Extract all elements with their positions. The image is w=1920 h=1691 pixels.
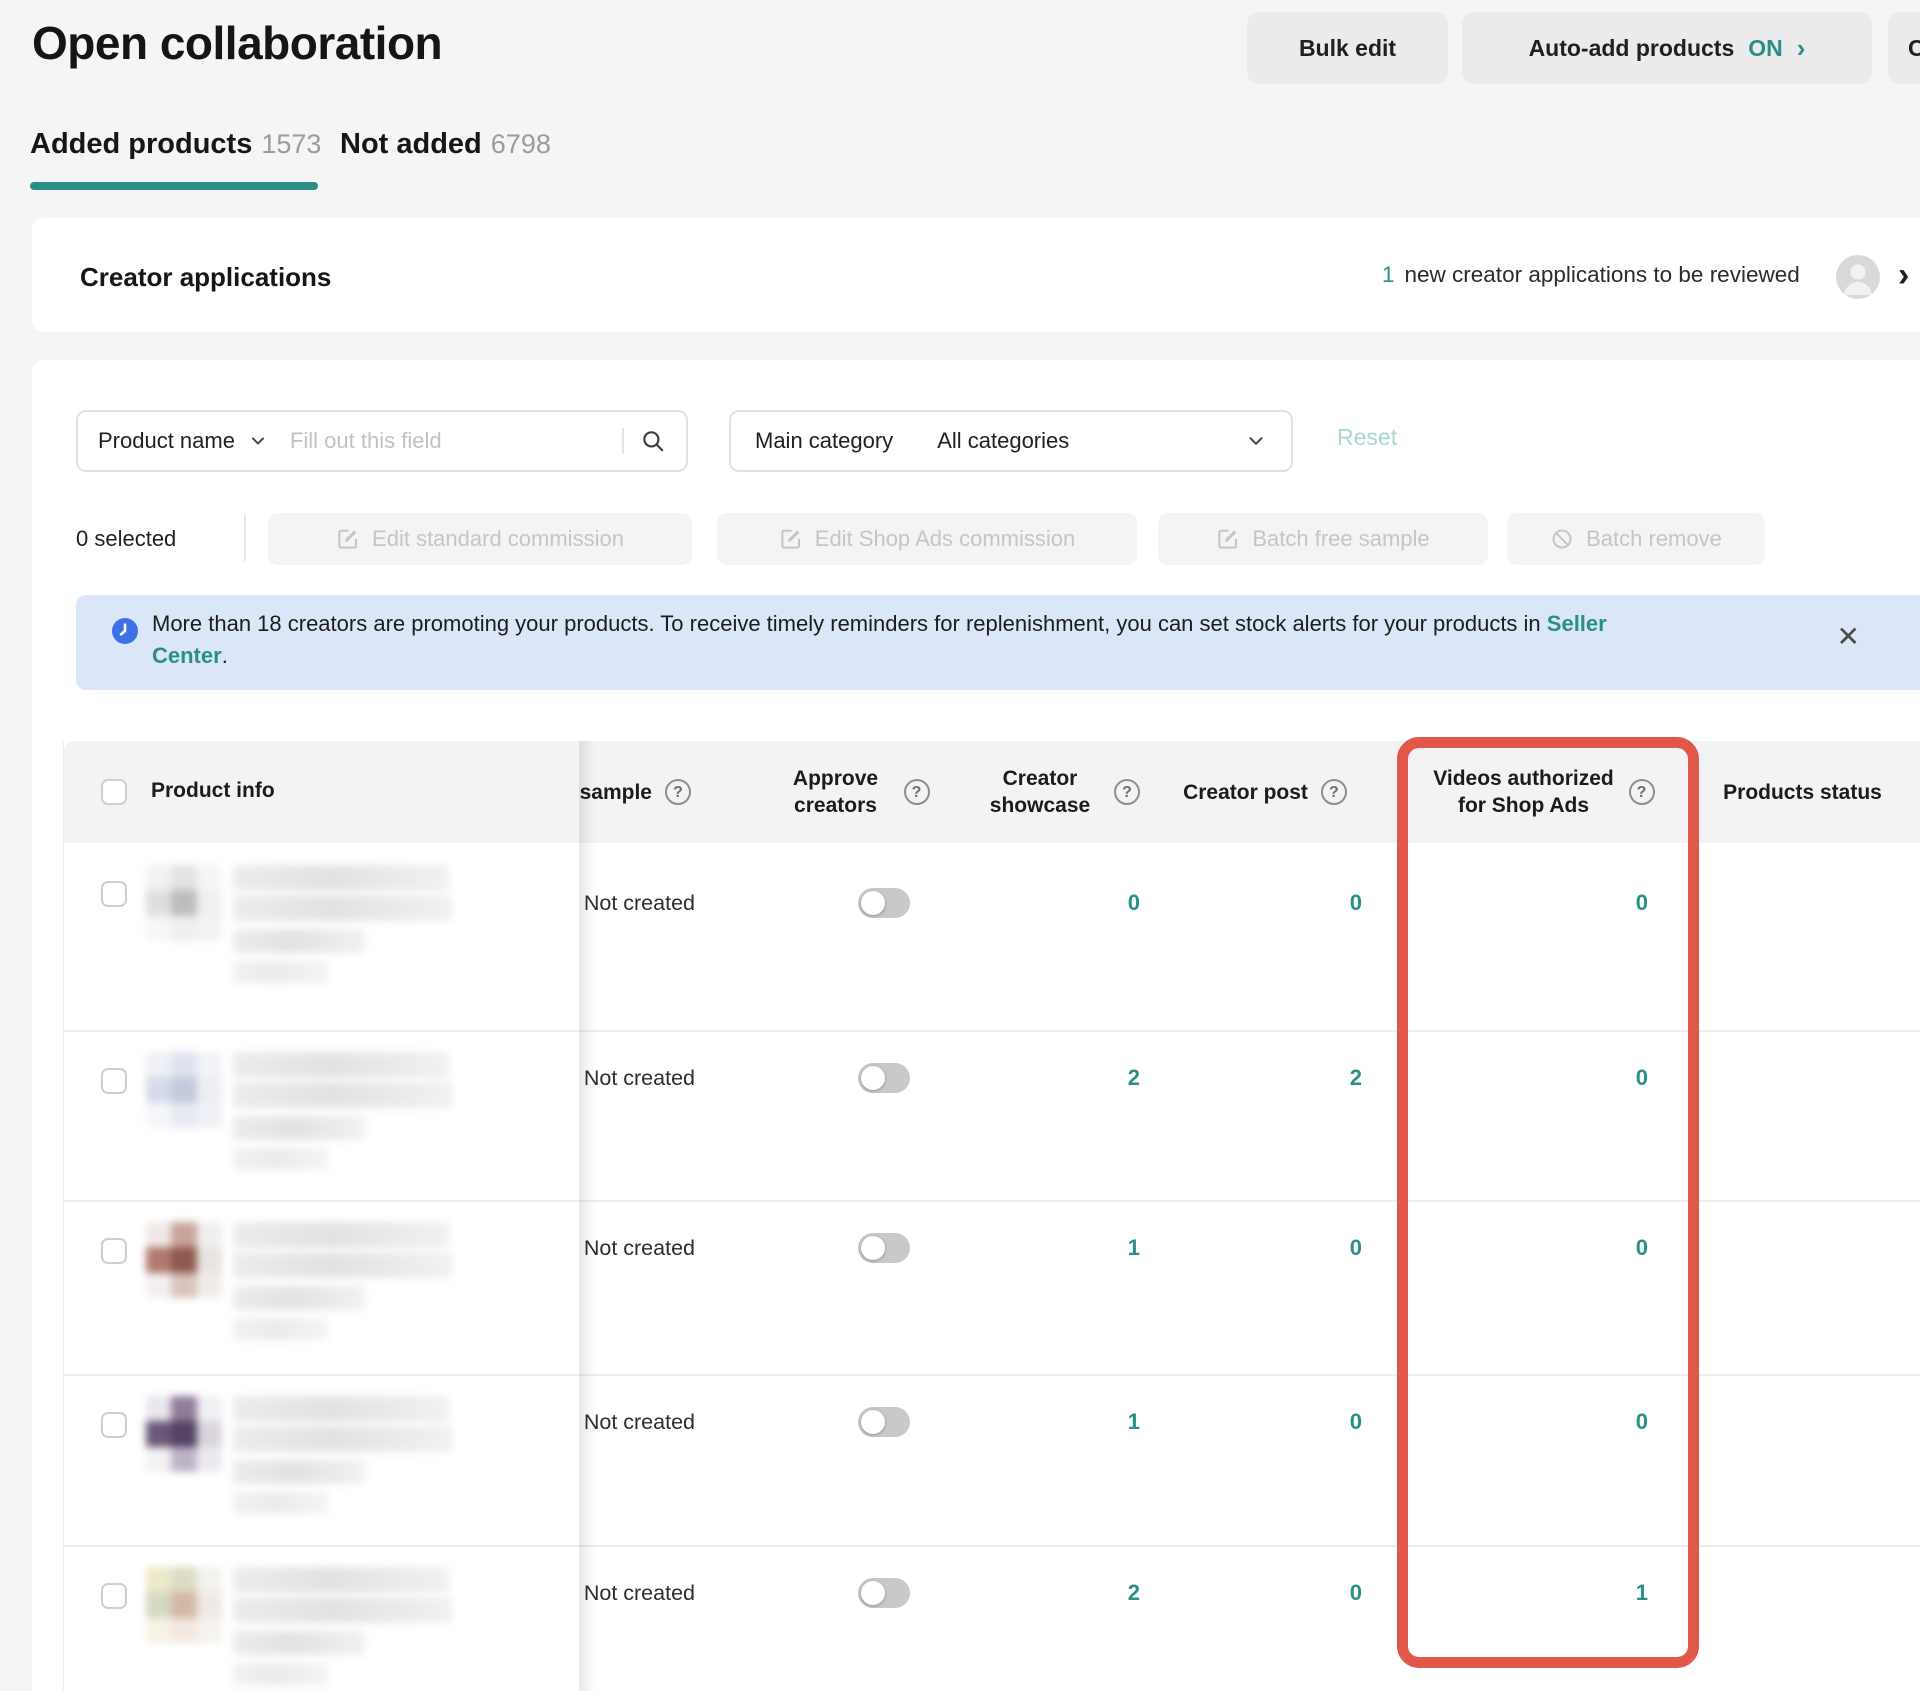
- creator-post-header-label: Creator post: [1183, 779, 1308, 806]
- product-text-placeholder: [233, 1396, 449, 1422]
- product-text-placeholder: [233, 1116, 365, 1140]
- help-icon[interactable]: ?: [665, 779, 691, 805]
- product-text-placeholder: [233, 929, 365, 953]
- product-text-placeholder: [233, 865, 449, 891]
- product-info-cell: [64, 1565, 579, 1691]
- approve-creators-cell: [858, 883, 910, 923]
- column-header-creator-showcase: Creator showcase ?: [952, 741, 1167, 843]
- product-text-placeholder: [233, 1597, 452, 1623]
- product-text-placeholder: [233, 1426, 452, 1452]
- row-checkbox[interactable]: [101, 881, 127, 907]
- product-text-placeholder: [233, 1286, 365, 1310]
- approve-creators-cell: [858, 1228, 910, 1268]
- product-text-placeholder: [233, 1318, 329, 1340]
- videos-authorized-count[interactable]: 0: [1548, 1058, 1648, 1098]
- product-thumbnail-placeholder: [146, 1567, 222, 1643]
- row-separator: [64, 1030, 578, 1032]
- videos-authorized-count[interactable]: 0: [1548, 883, 1648, 923]
- product-info-cell: [64, 863, 579, 1013]
- open-collaboration-page: Open collaboration Bulk edit Auto-add pr…: [0, 0, 1920, 1691]
- product-text-placeholder: [233, 1492, 329, 1514]
- creator-showcase-count[interactable]: 2: [1040, 1058, 1140, 1098]
- help-icon[interactable]: ?: [1321, 779, 1347, 805]
- product-info-header-label: Product info: [151, 779, 275, 803]
- creator-showcase-count[interactable]: 1: [1040, 1228, 1140, 1268]
- creator-post-count[interactable]: 0: [1262, 1402, 1362, 1442]
- help-icon[interactable]: ?: [1629, 779, 1655, 805]
- help-icon[interactable]: ?: [904, 779, 930, 805]
- column-header-approve-creators: Approve creators ?: [752, 741, 958, 843]
- approve-creators-header-label: Approve creators: [781, 765, 891, 819]
- product-text-placeholder: [233, 1631, 365, 1655]
- product-info-cell: [64, 1220, 579, 1370]
- row-separator: [64, 1374, 578, 1376]
- product-info-cell: [64, 1050, 579, 1200]
- creator-post-count[interactable]: 0: [1262, 1573, 1362, 1613]
- creator-post-count[interactable]: 0: [1262, 1228, 1362, 1268]
- column-header-videos-authorized: Videos authorized for Shop Ads ?: [1412, 741, 1674, 843]
- product-thumbnail-placeholder: [146, 865, 222, 941]
- column-header-creator-post: Creator post ?: [1160, 741, 1370, 843]
- column-header-products-status: Products status: [1700, 741, 1905, 843]
- videos-authorized-count[interactable]: 0: [1548, 1402, 1648, 1442]
- approve-creators-toggle[interactable]: [858, 888, 910, 918]
- help-icon[interactable]: ?: [1114, 779, 1140, 805]
- product-text-placeholder: [233, 1663, 329, 1685]
- frozen-column-shadow: [579, 741, 595, 1691]
- frozen-product-info-column: Product info: [63, 741, 578, 1691]
- videos-authorized-header-label: Videos authorized for Shop Ads: [1432, 765, 1616, 819]
- videos-authorized-count[interactable]: 0: [1548, 1228, 1648, 1268]
- product-text-placeholder: [233, 1222, 449, 1248]
- approve-creators-toggle[interactable]: [858, 1233, 910, 1263]
- product-text-placeholder: [233, 895, 452, 921]
- creator-showcase-count[interactable]: 0: [1040, 883, 1140, 923]
- approve-creators-cell: [858, 1058, 910, 1098]
- creator-showcase-count[interactable]: 2: [1040, 1573, 1140, 1613]
- product-text-placeholder: [233, 1082, 452, 1108]
- product-thumbnail-placeholder: [146, 1052, 222, 1128]
- approve-creators-cell: [858, 1573, 910, 1613]
- creator-post-count[interactable]: 0: [1262, 883, 1362, 923]
- product-text-placeholder: [233, 1460, 365, 1484]
- product-text-placeholder: [233, 1252, 452, 1278]
- approve-creators-cell: [858, 1402, 910, 1442]
- product-text-placeholder: [233, 1567, 449, 1593]
- creator-showcase-header-label: Creator showcase: [979, 765, 1101, 819]
- approve-creators-toggle[interactable]: [858, 1578, 910, 1608]
- select-all-checkbox[interactable]: [101, 779, 127, 805]
- row-checkbox[interactable]: [101, 1238, 127, 1264]
- product-thumbnail-placeholder: [146, 1222, 222, 1298]
- product-text-placeholder: [233, 1148, 329, 1170]
- product-info-header: Product info: [64, 741, 578, 843]
- approve-creators-toggle[interactable]: [858, 1063, 910, 1093]
- creator-showcase-count[interactable]: 1: [1040, 1402, 1140, 1442]
- creator-post-count[interactable]: 2: [1262, 1058, 1362, 1098]
- row-checkbox[interactable]: [101, 1412, 127, 1438]
- approve-creators-toggle[interactable]: [858, 1407, 910, 1437]
- row-separator: [64, 1545, 578, 1547]
- products-status-header-label: Products status: [1723, 779, 1882, 806]
- product-text-placeholder: [233, 961, 329, 983]
- product-info-cell: [64, 1394, 579, 1544]
- row-separator: [64, 1200, 578, 1202]
- row-checkbox[interactable]: [101, 1068, 127, 1094]
- product-thumbnail-placeholder: [146, 1396, 222, 1472]
- product-text-placeholder: [233, 1052, 449, 1078]
- videos-authorized-count[interactable]: 1: [1548, 1573, 1648, 1613]
- row-checkbox[interactable]: [101, 1583, 127, 1609]
